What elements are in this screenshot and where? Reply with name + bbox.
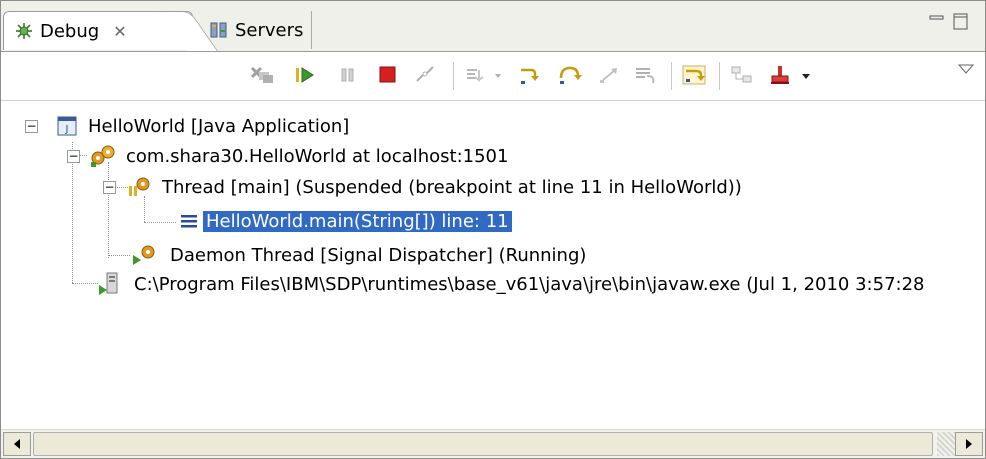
- vm-label: com.shara30.HelloWorld at localhost:1501: [126, 145, 509, 167]
- svg-text:J: J: [65, 124, 69, 135]
- stop-icon[interactable]: [767, 62, 793, 88]
- tab-servers[interactable]: Servers: [199, 11, 312, 49]
- use-step-filters-icon[interactable]: [681, 62, 707, 88]
- collapse-toggle[interactable]: −: [25, 120, 38, 133]
- step-return-icon[interactable]: [597, 62, 623, 88]
- launch-tree: − J HelloWorld [Java Application] − com.…: [1, 100, 985, 430]
- process-icon: [97, 271, 123, 297]
- terminate-icon[interactable]: [375, 62, 401, 88]
- collapse-toggle[interactable]: −: [103, 181, 116, 194]
- servers-icon: [209, 20, 229, 40]
- scroll-left-button[interactable]: [3, 432, 31, 456]
- scroll-right-button[interactable]: [955, 432, 983, 456]
- tree-row-process[interactable]: C:\Program Files\IBM\SDP\runtimes\base_v…: [97, 270, 928, 298]
- stack-frame-icon: [179, 212, 199, 230]
- step-over-icon[interactable]: [557, 62, 583, 88]
- tree-row-stack-frame[interactable]: HelloWorld.main(String[]) line: 11: [179, 207, 512, 235]
- debug-view: Debug ✕ Servers − J HelloWorld [Java App…: [0, 0, 986, 459]
- step-into-selection-icon[interactable]: [463, 62, 489, 88]
- debug-icon: [14, 21, 34, 41]
- minimize-icon[interactable]: [929, 13, 945, 32]
- java-application-icon: J: [57, 116, 77, 136]
- tree-row-app[interactable]: J HelloWorld [Java Application]: [57, 112, 352, 140]
- scroll-thumb[interactable]: [33, 432, 933, 456]
- tree-row-vm[interactable]: com.shara30.HelloWorld at localhost:1501: [89, 142, 511, 170]
- daemon-thread-label: Daemon Thread [Signal Dispatcher] (Runni…: [170, 244, 587, 266]
- remove-terminated-icon[interactable]: [249, 62, 275, 88]
- debug-toolbar: [1, 51, 985, 101]
- running-thread-icon: [131, 243, 159, 267]
- tab-servers-label: Servers: [235, 19, 304, 41]
- tab-debug-label: Debug: [40, 20, 100, 42]
- drop-to-frame-icon[interactable]: [633, 62, 659, 88]
- resume-icon[interactable]: [293, 62, 319, 88]
- suspended-thread-icon: [127, 176, 151, 198]
- suspend-icon[interactable]: [335, 62, 361, 88]
- stack-frame-label: HelloWorld.main(String[]) line: 11: [203, 210, 512, 232]
- stop-dropdown-icon[interactable]: [799, 62, 813, 88]
- maximize-icon[interactable]: [953, 13, 969, 35]
- tab-debug[interactable]: Debug ✕: [3, 11, 218, 51]
- step-into-icon[interactable]: [517, 62, 543, 88]
- view-menu-icon[interactable]: [953, 56, 979, 82]
- tree-row-thread-main[interactable]: Thread [main] (Suspended (breakpoint at …: [127, 173, 745, 201]
- close-icon[interactable]: ✕: [113, 22, 126, 41]
- collapse-toggle[interactable]: −: [67, 150, 80, 163]
- view-tab-strip: Debug ✕ Servers: [1, 1, 985, 51]
- disconnect-icon[interactable]: [413, 62, 439, 88]
- collapse-all-icon[interactable]: [729, 62, 755, 88]
- tree-row-daemon-thread[interactable]: Daemon Thread [Signal Dispatcher] (Runni…: [131, 241, 589, 269]
- process-label: C:\Program Files\IBM\SDP\runtimes\base_v…: [134, 273, 925, 295]
- debug-target-icon: [89, 144, 117, 168]
- horizontal-scrollbar[interactable]: [1, 429, 985, 458]
- thread-main-label: Thread [main] (Suspended (breakpoint at …: [162, 176, 742, 198]
- app-label: HelloWorld [Java Application]: [88, 115, 350, 137]
- dropdown-icon[interactable]: [491, 62, 505, 88]
